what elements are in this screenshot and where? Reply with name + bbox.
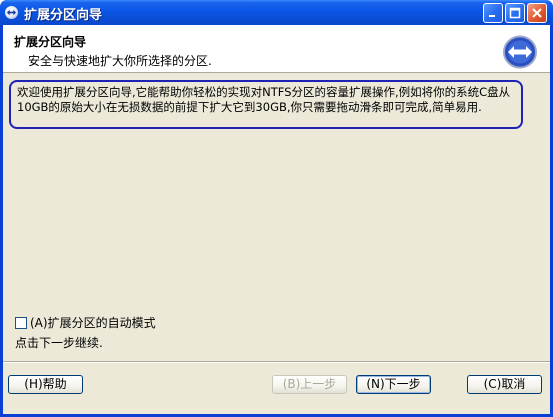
- page-subtitle: 安全与快速地扩大你所选择的分区.: [28, 54, 212, 68]
- minimize-icon: [489, 15, 495, 17]
- description-box: 欢迎使用扩展分区向导,它能帮助你轻松的实现对NTFS分区的容量扩展操作,例如将你…: [9, 80, 523, 129]
- cancel-button[interactable]: (C)取消: [467, 375, 542, 394]
- back-button[interactable]: (B)上一步: [272, 375, 347, 394]
- auto-mode-label[interactable]: (A)扩展分区的自动模式: [30, 314, 156, 331]
- dialog-client-area: 扩展分区向导 安全与快速地扩大你所选择的分区. 欢迎使用扩展分区向导,它能帮助你…: [3, 25, 550, 414]
- close-icon: [532, 8, 542, 18]
- auto-mode-checkbox[interactable]: [15, 316, 27, 329]
- maximize-button[interactable]: [505, 3, 525, 23]
- app-icon[interactable]: [5, 6, 18, 19]
- wizard-header: 扩展分区向导 安全与快速地扩大你所选择的分区.: [3, 25, 550, 73]
- extend-partition-icon: [503, 35, 537, 69]
- double-arrow-icon: [6, 9, 17, 16]
- button-divider: [3, 361, 550, 363]
- page-title: 扩展分区向导: [14, 35, 87, 49]
- next-button[interactable]: (N)下一步: [356, 375, 431, 394]
- close-button[interactable]: [527, 3, 547, 23]
- wizard-window: 扩展分区向导 扩展分区向导 安全与快速地扩大你所选择的分区. 欢迎使用扩展分区向…: [0, 0, 553, 417]
- maximize-icon: [509, 7, 521, 19]
- auto-mode-option[interactable]: (A)扩展分区的自动模式: [15, 314, 156, 331]
- help-button[interactable]: (H)帮助: [8, 375, 83, 394]
- window-title: 扩展分区向导: [24, 8, 103, 23]
- minimize-button[interactable]: [483, 3, 503, 23]
- continue-hint: 点击下一步继续.: [15, 336, 103, 350]
- title-bar[interactable]: 扩展分区向导: [0, 0, 553, 25]
